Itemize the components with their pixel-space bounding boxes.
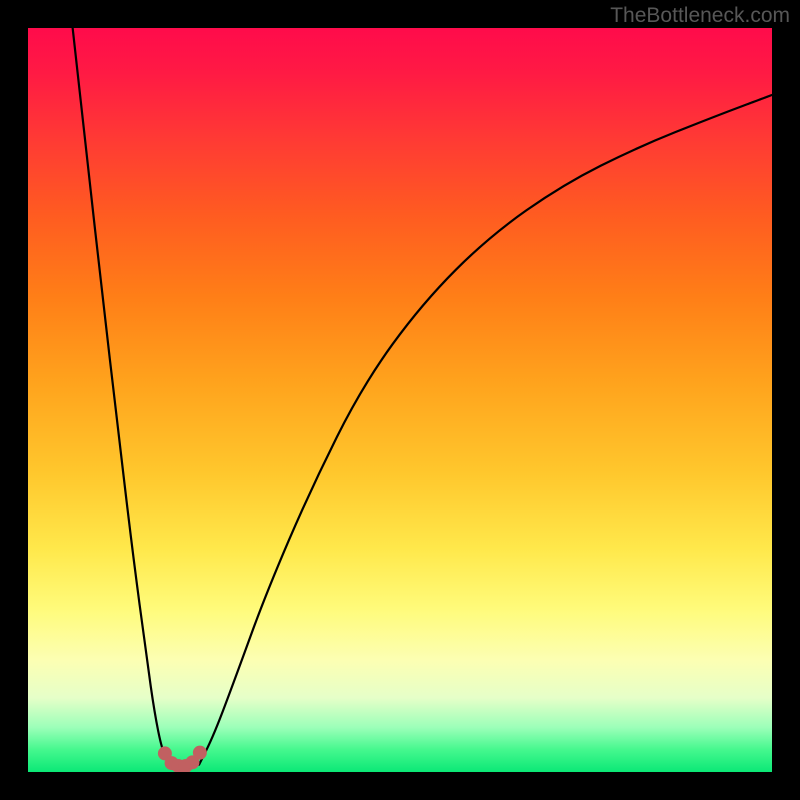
valley-markers <box>158 746 207 772</box>
valley-marker-dot <box>193 746 207 760</box>
chart-frame: TheBottleneck.com <box>0 0 800 800</box>
curve-left-descent <box>73 28 170 765</box>
watermark-text: TheBottleneck.com <box>610 4 790 28</box>
curve-right-rise <box>199 95 772 765</box>
plot-area <box>28 28 772 772</box>
curves-svg <box>28 28 772 772</box>
